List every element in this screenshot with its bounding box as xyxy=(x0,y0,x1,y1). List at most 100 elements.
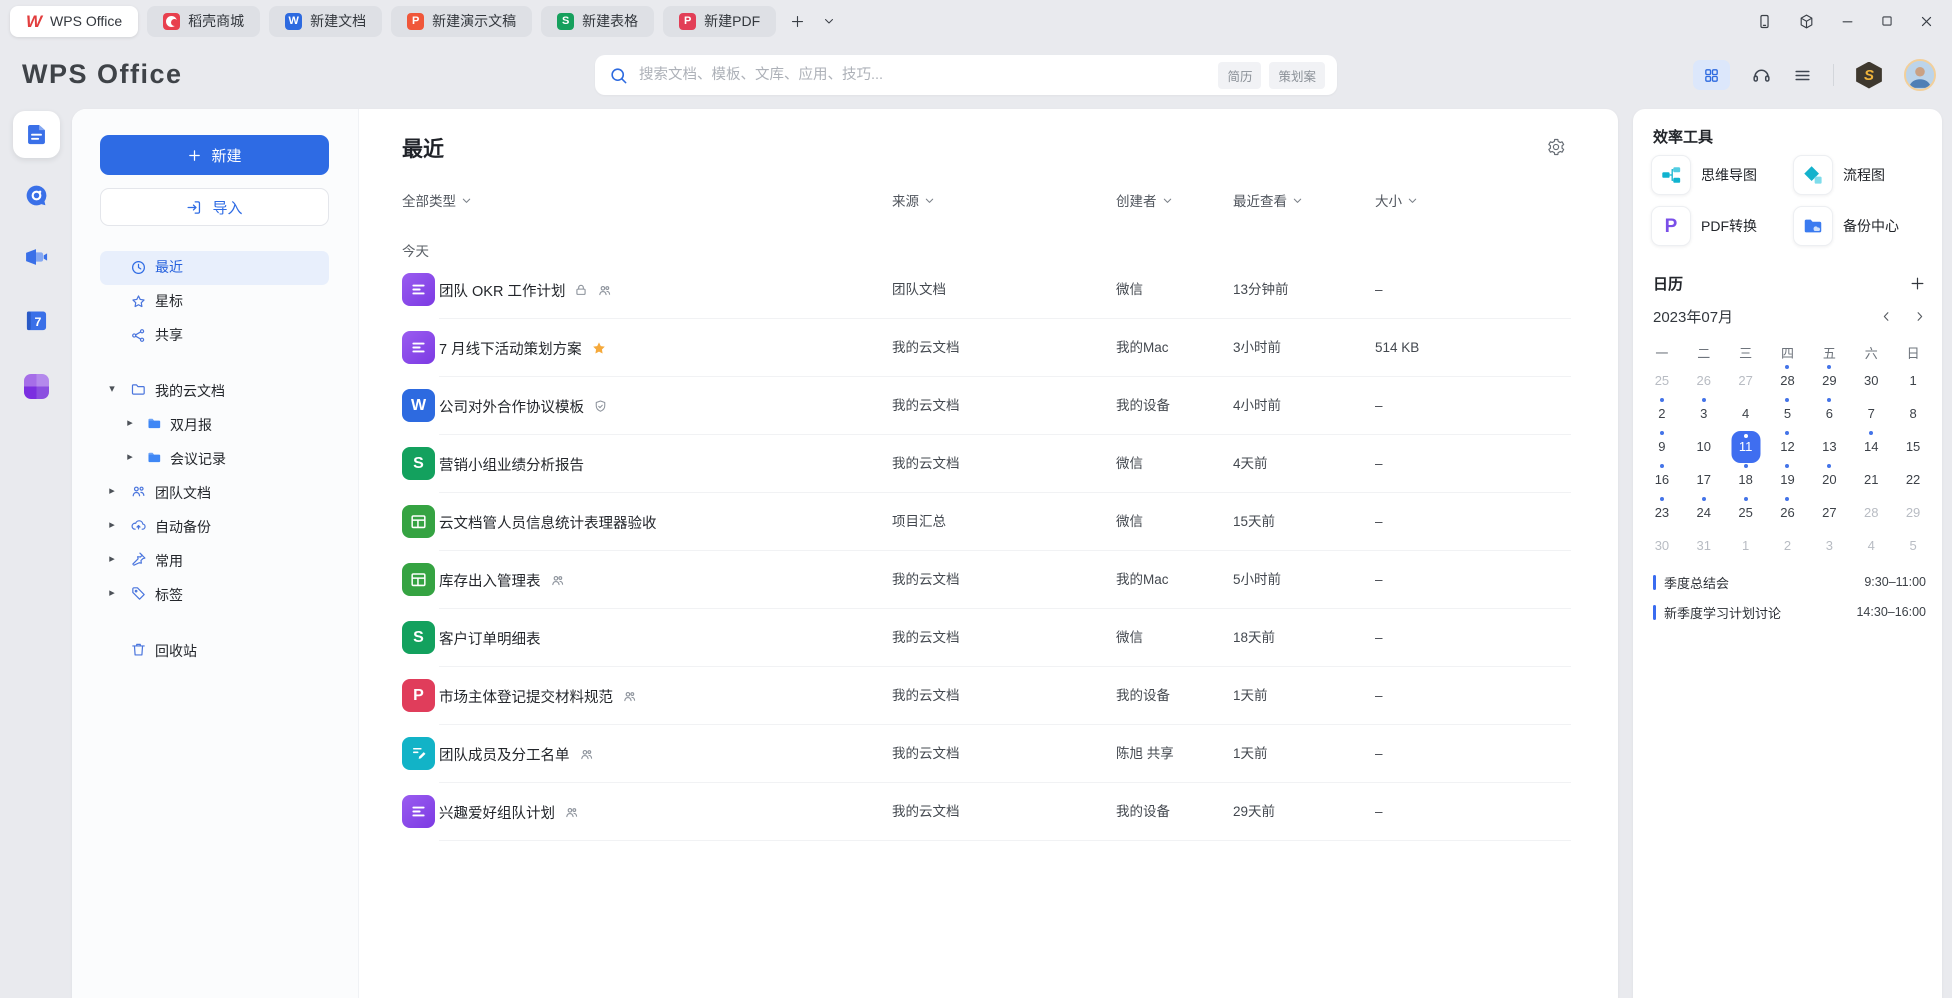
new-tab-button[interactable] xyxy=(786,10,809,33)
file-row[interactable]: S营销小组业绩分析报告我的云文档微信4天前– xyxy=(359,435,1618,493)
rail-item-messages[interactable] xyxy=(23,182,50,209)
titlebar-tab-presentation[interactable]: P新建演示文稿 xyxy=(391,6,532,37)
calendar-event[interactable]: 季度总结会9:30–11:00 xyxy=(1653,567,1926,597)
titlebar-tab-writer[interactable]: W新建文档 xyxy=(269,6,382,37)
search-bar[interactable]: 简历 策划案 xyxy=(595,55,1337,95)
calendar-day[interactable]: 25 xyxy=(1725,496,1767,529)
search-input[interactable] xyxy=(637,66,1210,84)
titlebar-tab-pdf[interactable]: P新建PDF xyxy=(663,6,776,37)
sidebar-tree-item[interactable]: ▸自动备份 xyxy=(100,509,329,543)
calendar-day[interactable]: 21 xyxy=(1850,463,1892,496)
calendar-day[interactable]: 8 xyxy=(1892,397,1934,430)
calendar-day[interactable]: 15 xyxy=(1892,430,1934,463)
calendar-day[interactable]: 1 xyxy=(1725,529,1767,562)
file-row[interactable]: S客户订单明细表我的云文档微信18天前– xyxy=(359,609,1618,667)
caret-right-icon[interactable]: ▸ xyxy=(106,484,118,497)
tool-mindmap[interactable]: 思维导图 xyxy=(1651,155,1793,195)
minimize-button[interactable] xyxy=(1840,14,1855,29)
list-settings-gear-button[interactable] xyxy=(1546,137,1566,157)
close-button[interactable] xyxy=(1919,14,1934,29)
rail-item-apps[interactable] xyxy=(24,374,49,399)
sidebar-item-recent[interactable]: 最近 xyxy=(100,251,329,285)
titlebar-tab-docer[interactable]: 稻壳商城 xyxy=(147,6,260,37)
search-tag-resume[interactable]: 简历 xyxy=(1218,62,1261,89)
calendar-day[interactable]: 9 xyxy=(1641,430,1683,463)
calendar-day[interactable]: 27 xyxy=(1725,364,1767,397)
membership-badge[interactable]: S xyxy=(1855,62,1883,89)
calendar-day[interactable]: 4 xyxy=(1850,529,1892,562)
calendar-day[interactable]: 17 xyxy=(1683,463,1725,496)
calendar-day[interactable]: 14 xyxy=(1850,430,1892,463)
file-row[interactable]: 库存出入管理表我的云文档我的Mac5小时前– xyxy=(359,551,1618,609)
import-button[interactable]: 导入 xyxy=(100,188,329,226)
global-menu-button[interactable] xyxy=(1793,66,1812,85)
rail-item-meetings[interactable] xyxy=(22,243,50,271)
calendar-day[interactable]: 23 xyxy=(1641,496,1683,529)
file-row[interactable]: 7 月线下活动策划方案我的云文档我的Mac3小时前514 KB xyxy=(359,319,1618,377)
filter-creator[interactable]: 创建者 xyxy=(1116,190,1173,210)
add-event-button[interactable] xyxy=(1909,275,1926,292)
filter-last-viewed[interactable]: 最近查看 xyxy=(1233,190,1303,210)
caret-right-icon[interactable]: ▸ xyxy=(124,416,136,429)
file-row[interactable]: 团队 OKR 工作计划团队文档微信13分钟前– xyxy=(359,261,1618,319)
user-avatar[interactable] xyxy=(1904,59,1936,91)
tool-flowchart[interactable]: 流程图 xyxy=(1793,155,1932,195)
search-tag-proposal[interactable]: 策划案 xyxy=(1269,62,1325,89)
sidebar-item-starred[interactable]: 星标 xyxy=(100,285,329,319)
apps-grid-button[interactable] xyxy=(1693,60,1730,90)
calendar-next-button[interactable] xyxy=(1913,310,1926,323)
calendar-day[interactable]: 1 xyxy=(1892,364,1934,397)
caret-right-icon[interactable]: ▸ xyxy=(124,450,136,463)
maximize-button[interactable] xyxy=(1880,14,1894,28)
calendar-day[interactable]: 2 xyxy=(1767,529,1809,562)
mobile-device-button[interactable] xyxy=(1756,13,1773,30)
calendar-day[interactable]: 25 xyxy=(1641,364,1683,397)
calendar-day[interactable]: 7 xyxy=(1850,397,1892,430)
sidebar-tree-item[interactable]: ▾我的云文档 xyxy=(100,373,329,407)
calendar-day[interactable]: 30 xyxy=(1850,364,1892,397)
calendar-day[interactable]: 20 xyxy=(1808,463,1850,496)
filter-size[interactable]: 大小 xyxy=(1375,190,1418,210)
calendar-day[interactable]: 5 xyxy=(1767,397,1809,430)
sidebar-tree-item[interactable]: ▸会议记录 xyxy=(100,441,329,475)
tool-pdf-convert[interactable]: PPDF转换 xyxy=(1651,206,1793,246)
calendar-day[interactable]: 5 xyxy=(1892,529,1934,562)
sidebar-tree-item[interactable]: ▸团队文档 xyxy=(100,475,329,509)
caret-right-icon[interactable]: ▸ xyxy=(106,518,118,531)
file-row[interactable]: 兴趣爱好组队计划我的云文档我的设备29天前– xyxy=(359,783,1618,841)
sidebar-tree-item[interactable]: ▸常用 xyxy=(100,543,329,577)
calendar-day[interactable]: 26 xyxy=(1767,496,1809,529)
caret-right-icon[interactable]: ▸ xyxy=(106,552,118,565)
file-row[interactable]: W公司对外合作协议模板我的云文档我的设备4小时前– xyxy=(359,377,1618,435)
file-row[interactable]: 云文档管人员信息统计表理器验收项目汇总微信15天前– xyxy=(359,493,1618,551)
calendar-day[interactable]: 2 xyxy=(1641,397,1683,430)
calendar-day[interactable]: 27 xyxy=(1808,496,1850,529)
calendar-day[interactable]: 3 xyxy=(1808,529,1850,562)
calendar-day[interactable]: 29 xyxy=(1892,496,1934,529)
calendar-day[interactable]: 10 xyxy=(1683,430,1725,463)
calendar-day[interactable]: 18 xyxy=(1725,463,1767,496)
calendar-day[interactable]: 13 xyxy=(1808,430,1850,463)
caret-right-icon[interactable]: ▸ xyxy=(106,586,118,599)
calendar-day[interactable]: 6 xyxy=(1808,397,1850,430)
calendar-day[interactable]: 31 xyxy=(1683,529,1725,562)
calendar-day-selected[interactable]: 11 xyxy=(1725,430,1767,463)
sidebar-tree-item[interactable]: ▸双月报 xyxy=(100,407,329,441)
calendar-prev-button[interactable] xyxy=(1880,310,1893,323)
sidebar-item-shared[interactable]: 共享 xyxy=(100,319,329,353)
calendar-day[interactable]: 28 xyxy=(1850,496,1892,529)
new-document-button[interactable]: 新建 xyxy=(100,135,329,175)
calendar-day[interactable]: 19 xyxy=(1767,463,1809,496)
calendar-day[interactable]: 28 xyxy=(1767,364,1809,397)
file-row[interactable]: P市场主体登记提交材料规范我的云文档我的设备1天前– xyxy=(359,667,1618,725)
calendar-day[interactable]: 4 xyxy=(1725,397,1767,430)
sidebar-item-trash[interactable]: 回收站 xyxy=(100,633,329,667)
calendar-day[interactable]: 22 xyxy=(1892,463,1934,496)
file-row[interactable]: 团队成员及分工名单我的云文档陈旭 共享1天前– xyxy=(359,725,1618,783)
filter-source[interactable]: 来源 xyxy=(892,190,935,210)
caret-down-icon[interactable]: ▾ xyxy=(106,382,118,395)
calendar-day[interactable]: 16 xyxy=(1641,463,1683,496)
calendar-day[interactable]: 24 xyxy=(1683,496,1725,529)
calendar-event[interactable]: 新季度学习计划讨论14:30–16:00 xyxy=(1653,597,1926,627)
calendar-day[interactable]: 29 xyxy=(1808,364,1850,397)
